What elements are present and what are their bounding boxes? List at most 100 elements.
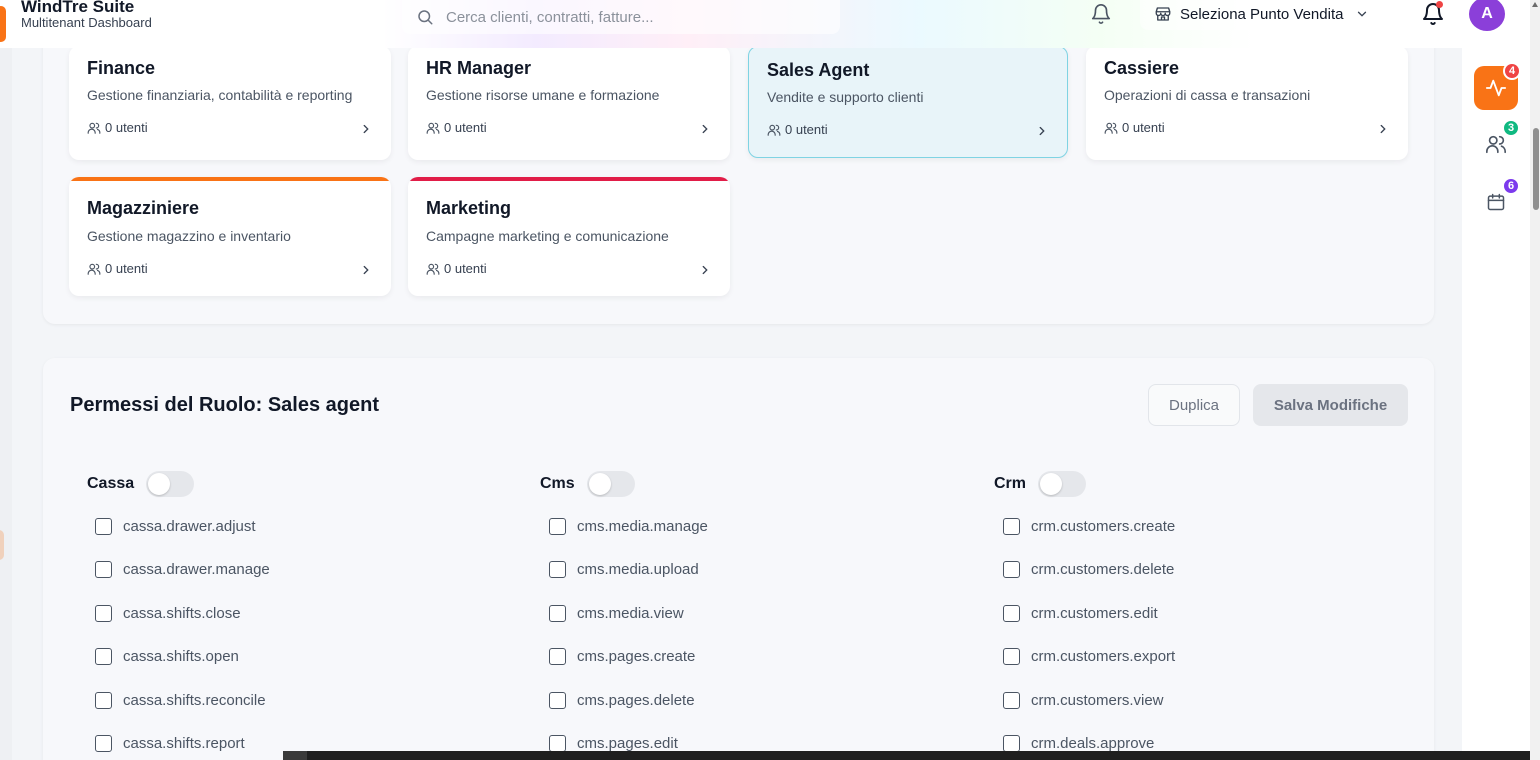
checkbox[interactable] [95,648,112,665]
permission-item[interactable]: cassa.shifts.report [95,735,245,752]
brand-logo-mark [0,6,6,42]
users-badge: 3 [1502,119,1520,137]
duplicate-button[interactable]: Duplica [1148,384,1240,426]
permission-item[interactable]: crm.customers.view [1003,692,1164,709]
os-taskbar [283,751,1530,760]
permission-item[interactable]: crm.customers.export [1003,648,1175,665]
role-users: 0 utenti [1104,120,1165,135]
permissions-title: Permessi del Ruolo: Sales agent [70,394,379,416]
checkbox[interactable] [1003,561,1020,578]
checkbox[interactable] [549,648,566,665]
chevron-right-icon [702,124,708,134]
permission-label: crm.customers.view [1031,692,1164,709]
role-name: Cassiere [1104,58,1180,78]
permission-item[interactable]: crm.customers.delete [1003,561,1174,578]
left-edge-glow [0,530,4,560]
permission-label: crm.customers.edit [1031,605,1158,622]
role-card-cassiere[interactable]: Cassiere Operazioni di cassa e transazio… [1086,46,1408,160]
role-users-count: 0 utenti [444,261,487,276]
checkbox[interactable] [549,735,566,752]
checkbox[interactable] [95,735,112,752]
checkbox[interactable] [1003,735,1020,752]
permission-item[interactable]: crm.customers.edit [1003,605,1158,622]
group-toggle[interactable] [146,471,195,497]
permission-item[interactable]: cms.pages.edit [549,735,678,752]
permission-item[interactable]: crm.deals.approve [1003,735,1154,752]
group-name: Cms [540,475,575,492]
users-icon [426,263,440,275]
permission-item[interactable]: cassa.drawer.adjust [95,518,256,535]
store-select[interactable]: Seleziona Punto Vendita [1140,0,1394,30]
permission-label: cassa.shifts.report [123,735,245,752]
brand[interactable]: WindTre Suite Multitenant Dashboard [21,0,152,30]
chevron-right-icon [363,265,369,275]
users-icon [1486,135,1506,154]
avatar[interactable]: A [1469,0,1505,31]
permission-item[interactable]: cassa.drawer.manage [95,561,270,578]
checkbox[interactable] [549,561,566,578]
role-card-hr-manager[interactable]: HR Manager Gestione risorse umane e form… [408,46,730,160]
role-card-sales-agent[interactable]: Sales Agent Vendite e supporto clienti 0… [748,46,1068,158]
permission-item[interactable]: cms.media.view [549,605,684,622]
calendar-badge: 6 [1502,177,1520,195]
brand-subtitle: Multitenant Dashboard [21,15,152,30]
checkbox[interactable] [95,692,112,709]
store-icon [1155,7,1171,21]
permission-label: crm.customers.delete [1031,561,1175,578]
scroll-up-arrow-icon[interactable] [1532,2,1538,7]
chevron-right-icon [1380,124,1386,134]
checkbox[interactable] [1003,692,1020,709]
role-color-stripe [69,177,391,181]
permission-item[interactable]: cms.pages.create [549,648,695,665]
permission-label: cassa.shifts.open [123,648,239,665]
page-scrollbar[interactable] [1530,0,1540,760]
checkbox[interactable] [95,561,112,578]
group-toggle[interactable] [586,471,635,497]
chevron-right-icon [363,124,369,134]
checkbox[interactable] [1003,518,1020,535]
permission-item[interactable]: crm.customers.create [1003,518,1175,535]
role-card-finance[interactable]: Finance Gestione finanziaria, contabilit… [69,46,391,160]
group-toggle[interactable] [1038,471,1087,497]
role-card-magazziniere[interactable]: Magazziniere Gestione magazzino e invent… [69,177,391,296]
brand-title: WindTre Suite [21,0,135,16]
permission-label: crm.customers.export [1031,648,1176,665]
permission-label: cms.media.manage [577,518,708,535]
permission-item[interactable]: cassa.shifts.reconcile [95,692,266,709]
chevron-right-icon [1039,126,1045,136]
checkbox[interactable] [549,692,566,709]
role-name: Magazziniere [87,198,200,218]
role-description: Campagne marketing e comunicazione [426,228,669,244]
checkbox[interactable] [549,518,566,535]
checkbox[interactable] [549,605,566,622]
permission-item[interactable]: cms.media.upload [549,561,699,578]
activity-badge: 4 [1503,62,1521,80]
scroll-thumb[interactable] [1533,128,1539,210]
chevron-right-icon [702,265,708,275]
permission-item[interactable]: cassa.shifts.close [95,605,241,622]
group-name: Cassa [87,475,135,492]
checkbox[interactable] [95,605,112,622]
role-description: Gestione risorse umane e formazione [426,87,660,103]
permission-item[interactable]: cms.media.manage [549,518,708,535]
role-card-marketing[interactable]: Marketing Campagne marketing e comunicaz… [408,177,730,296]
users-icon [426,122,440,134]
checkbox[interactable] [1003,648,1020,665]
role-description: Gestione finanziaria, contabilità e repo… [87,87,353,103]
global-search[interactable] [402,0,840,34]
notification-dot [1436,1,1443,8]
group-name: Crm [994,475,1027,492]
permission-item[interactable]: cassa.shifts.open [95,648,239,665]
permission-label: cms.pages.create [577,648,696,665]
search-input[interactable] [446,8,826,26]
checkbox[interactable] [1003,605,1020,622]
users-icon [1104,122,1118,134]
taskbar-app-icon [283,751,307,760]
users-icon [87,263,101,275]
role-users-count: 0 utenti [105,120,148,135]
bell-icon[interactable] [1090,3,1112,25]
checkbox[interactable] [95,518,112,535]
permission-item[interactable]: cms.pages.delete [549,692,695,709]
save-changes-button[interactable]: Salva Modifiche [1253,384,1408,426]
users-icon [767,124,781,136]
